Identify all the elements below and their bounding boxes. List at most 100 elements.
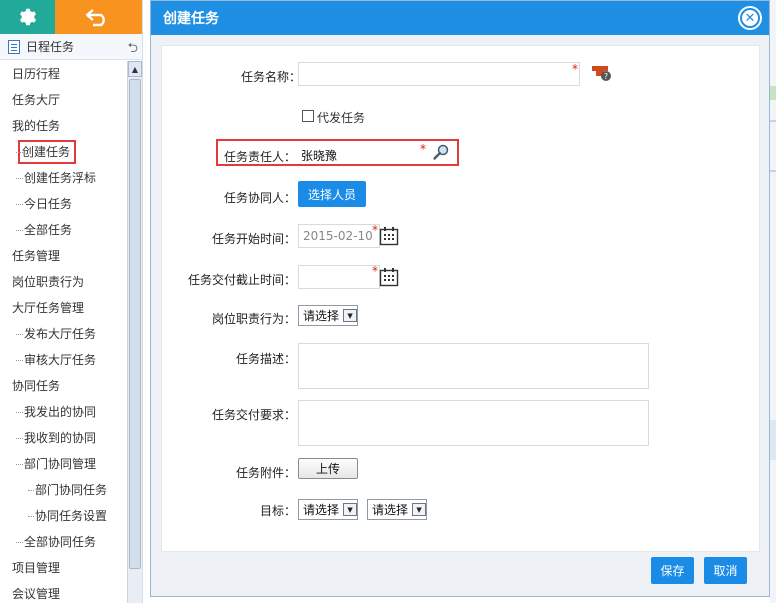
sidebar-item[interactable]: 任务管理 [0, 243, 127, 269]
duty-label: 岗位职责行为： [211, 312, 296, 326]
sidebar-item-label: 全部任务 [24, 223, 73, 237]
settings-button[interactable] [0, 0, 55, 34]
sidebar-item-label: 今日任务 [24, 197, 73, 211]
dialog-title-bar: 创建任务 ✕ [151, 1, 769, 35]
calendar-icon[interactable] [378, 224, 400, 248]
sidebar-item[interactable]: 发布大厅任务 [0, 321, 127, 347]
dropdown-arrow-icon: ▼ [343, 503, 358, 516]
sidebar-item-label: 大厅任务管理 [12, 301, 85, 315]
sidebar-item[interactable]: 我发出的协同 [0, 399, 127, 425]
help-hat-icon[interactable]: ? [590, 63, 614, 86]
sidebar-item[interactable]: 大厅任务管理 [0, 295, 127, 321]
goal-select-primary[interactable]: 请选择 ▼ [298, 499, 359, 520]
sidebar-item-label: 部门协同任务 [35, 483, 108, 497]
document-icon [8, 39, 20, 54]
sidebar-item-label: 全部协同任务 [24, 535, 97, 549]
sidebar-item-label: 项目管理 [12, 561, 61, 575]
sidebar-item[interactable]: 全部任务 [0, 217, 127, 243]
required-mark: * [420, 142, 426, 156]
dialog-footer: 保存 取消 [161, 552, 760, 592]
sidebar-item-label: 岗位职责行为 [12, 275, 85, 289]
sidebar-item[interactable]: 任务大厅 [0, 87, 127, 113]
background-page-strip [770, 0, 776, 603]
requirements-label: 任务交付要求： [211, 408, 296, 422]
sidebar-item[interactable]: 日历行程 [0, 61, 127, 87]
calendar-icon[interactable] [378, 265, 400, 289]
dialog-title: 创建任务 [163, 11, 219, 27]
sidebar-item-label: 会议管理 [12, 587, 61, 601]
sidebar-item-label: 我的任务 [12, 119, 61, 133]
sidebar-item[interactable]: 全部协同任务 [0, 529, 127, 555]
goal-label: 目标： [259, 504, 296, 518]
save-button[interactable]: 保存 [651, 557, 694, 584]
sidebar-nav: 日历行程任务大厅我的任务创建任务创建任务浮标 今日任务全部任务任务管理岗位职责行为… [0, 61, 127, 603]
search-magnifier-icon[interactable] [432, 143, 450, 164]
create-task-dialog: 创建任务 ✕ 任务名称： * ? 代发任务 任务责任人： 张晓豫 * 任务协同人… [150, 0, 770, 597]
sidebar-item-label: 协同任务设置 [35, 509, 108, 523]
sidebar-item[interactable]: 今日任务 [0, 191, 127, 217]
collapse-icon[interactable]: ⮌ [128, 39, 138, 61]
proxy-checkbox[interactable] [302, 110, 314, 122]
undo-arrow-icon [86, 9, 106, 27]
close-icon: ✕ [740, 8, 760, 28]
dropdown-arrow-icon: ▼ [343, 309, 358, 322]
select-people-button[interactable]: 选择人员 [298, 181, 366, 207]
svg-text:?: ? [604, 72, 608, 81]
sidebar-item-label: 日历行程 [12, 67, 61, 81]
start-time-input[interactable]: 2015-02-10 [298, 224, 380, 248]
sidebar-item-label: 我收到的协同 [24, 431, 97, 445]
duty-select-value: 请选择 [303, 309, 340, 323]
sidebar-item-label: 审核大厅任务 [24, 353, 97, 367]
sidebar-item-label: 发布大厅任务 [24, 327, 97, 341]
goal-select-primary-value: 请选择 [303, 503, 340, 517]
start-time-label: 任务开始时间： [211, 232, 296, 246]
sidebar-item[interactable]: 我的任务 [0, 113, 127, 139]
sidebar-title: 日程任务 [26, 40, 75, 54]
attachment-label: 任务附件： [235, 466, 296, 480]
gear-icon [20, 8, 37, 26]
sidebar-item[interactable]: 创建任务浮标 [0, 165, 127, 191]
sidebar-item[interactable]: 协同任务设置 [0, 503, 127, 529]
sidebar-item-label: 创建任务浮标 [24, 171, 97, 185]
sidebar-item[interactable]: 创建任务 [0, 139, 127, 165]
sidebar-item[interactable]: 部门协同任务 [0, 477, 127, 503]
task-form: 任务名称： * ? 代发任务 任务责任人： 张晓豫 * 任务协同人： 选择人员 … [161, 45, 760, 552]
dropdown-arrow-icon: ▼ [412, 503, 427, 516]
sidebar-item-label: 我发出的协同 [24, 405, 97, 419]
close-button[interactable]: ✕ [738, 6, 762, 30]
duty-select[interactable]: 请选择 ▼ [298, 305, 359, 326]
sidebar-item[interactable]: 项目管理 [0, 555, 127, 581]
owner-label: 任务责任人： [223, 150, 296, 164]
sidebar-item[interactable]: 部门协同管理 [0, 451, 127, 477]
sidebar-item[interactable]: 我收到的协同 [0, 425, 127, 451]
sidebar-item[interactable]: 协同任务 [0, 373, 127, 399]
left-sidebar: 日程任务 ⮌ 日历行程任务大厅我的任务创建任务创建任务浮标 今日任务全部任务任务管… [0, 0, 143, 603]
description-textarea[interactable] [298, 343, 649, 389]
proxy-label: 代发任务 [317, 111, 366, 125]
deadline-input[interactable] [298, 265, 380, 289]
description-label: 任务描述： [235, 352, 296, 366]
requirements-textarea[interactable] [298, 400, 649, 446]
sidebar-scrollbar[interactable]: ▲ [127, 61, 142, 603]
scrollbar-thumb[interactable] [129, 79, 141, 569]
goal-select-secondary[interactable]: 请选择 ▼ [367, 499, 428, 520]
scroll-up-arrow-icon[interactable]: ▲ [128, 61, 142, 77]
task-name-label: 任务名称： [240, 70, 301, 84]
required-mark: * [572, 62, 578, 76]
owner-value[interactable]: 张晓豫 [301, 147, 337, 164]
upload-button[interactable]: 上传 [298, 458, 358, 479]
sidebar-item[interactable]: 岗位职责行为 [0, 269, 127, 295]
sidebar-item-label: 协同任务 [12, 379, 61, 393]
goal-select-secondary-value: 请选择 [372, 503, 409, 517]
sidebar-item-label: 任务大厅 [12, 93, 61, 107]
back-button[interactable] [54, 0, 142, 34]
deadline-label: 任务交付截止时间： [187, 273, 296, 287]
cancel-button[interactable]: 取消 [704, 557, 747, 584]
sidebar-item-label: 部门协同管理 [24, 457, 97, 471]
sidebar-toolbar [0, 0, 142, 34]
sidebar-item[interactable]: 会议管理 [0, 581, 127, 603]
sidebar-item[interactable]: 审核大厅任务 [0, 347, 127, 373]
sidebar-header: 日程任务 ⮌ [0, 34, 142, 60]
assist-label: 任务协同人： [223, 191, 296, 205]
task-name-input[interactable] [298, 62, 580, 86]
